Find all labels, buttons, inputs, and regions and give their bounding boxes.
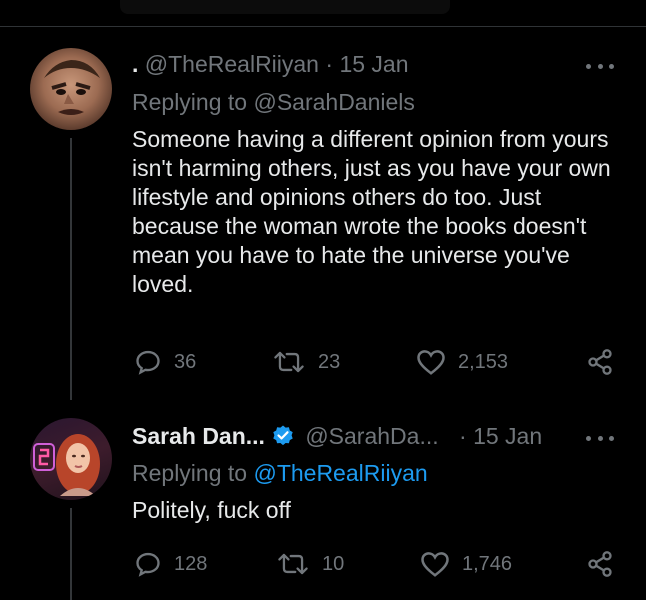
tweet-text: Politely, fuck off (132, 497, 291, 523)
replying-to-label: Replying to (132, 89, 248, 115)
share-action[interactable] (586, 550, 614, 578)
handle[interactable]: @TheRealRiiyan (145, 51, 319, 77)
share-icon (588, 349, 612, 375)
reply-count: 128 (174, 552, 208, 575)
replying-to-handle[interactable]: @SarahDaniels (253, 89, 414, 115)
more-icon[interactable] (586, 61, 614, 71)
replying-to-label: Replying to (132, 460, 248, 486)
tweet-header: Sarah Dan... @SarahDa... · 15 Jan (132, 422, 542, 450)
tweet-riiyan[interactable]: . @TheRealRiiyan · 15 Jan Replying to @S… (0, 0, 646, 400)
retweet-icon (278, 553, 308, 575)
more-icon[interactable] (586, 433, 614, 443)
share-action[interactable] (586, 348, 614, 376)
like-count: 1,746 (462, 552, 513, 575)
tweet-header: . @TheRealRiiyan · 15 Jan (132, 50, 409, 78)
replying-to-handle[interactable]: @TheRealRiiyan (253, 460, 427, 486)
reply-action[interactable]: 128 (134, 550, 207, 578)
replying-to: Replying to @TheRealRiiyan (132, 459, 428, 487)
separator: · (459, 423, 467, 449)
handle[interactable]: @SarahDa... (305, 423, 438, 449)
thread-line (70, 138, 72, 400)
verified-badge-icon (273, 425, 293, 446)
replying-to: Replying to @SarahDaniels (132, 88, 415, 116)
retweet-count: 10 (322, 552, 345, 575)
thread-line (70, 508, 72, 600)
avatar-sarah[interactable] (30, 418, 112, 500)
display-name[interactable]: Sarah Dan... (132, 423, 265, 449)
retweet-action[interactable]: 23 (272, 348, 340, 376)
like-icon (417, 350, 445, 375)
tweet-text: Someone having a different opinion from … (132, 126, 611, 297)
timestamp[interactable]: 15 Jan (339, 51, 408, 77)
display-name[interactable]: . (132, 51, 138, 77)
reply-icon (136, 552, 160, 577)
like-count: 2,153 (458, 350, 509, 373)
reply-action[interactable]: 36 (134, 348, 196, 376)
like-action[interactable]: 2,153 (416, 348, 508, 376)
reply-count: 36 (174, 350, 197, 373)
like-action[interactable]: 1,746 (420, 550, 512, 578)
like-icon (421, 552, 449, 577)
share-icon (588, 551, 612, 577)
avatar-riiyan[interactable] (30, 48, 112, 130)
retweet-icon (274, 351, 304, 373)
retweet-action[interactable]: 10 (276, 550, 344, 578)
reply-icon (136, 350, 160, 375)
retweet-count: 23 (318, 350, 341, 373)
timestamp[interactable]: 15 Jan (473, 423, 542, 449)
separator: · (325, 51, 334, 77)
tweet-sarah[interactable]: Sarah Dan... @SarahDa... · 15 Jan Replyi… (0, 400, 646, 600)
